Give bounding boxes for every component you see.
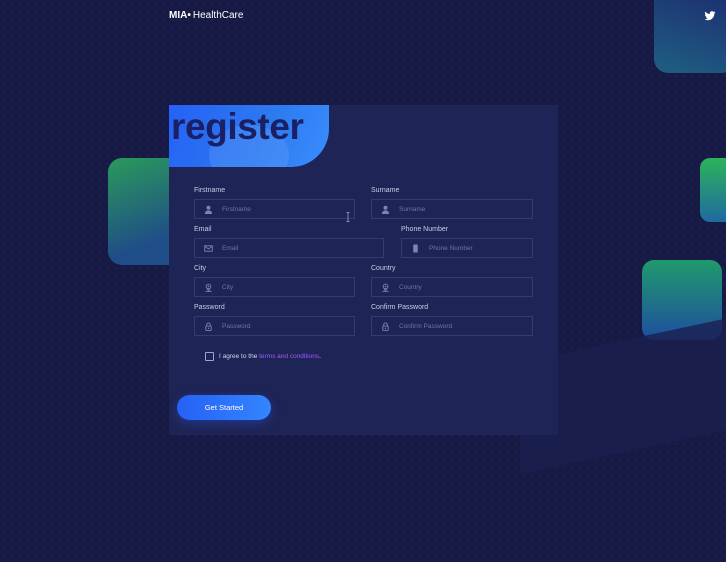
register-title-tab: register: [169, 105, 329, 167]
surname-label: Surname: [371, 187, 400, 194]
user-icon: [381, 205, 390, 214]
firstname-field[interactable]: [194, 199, 355, 219]
user-icon: [204, 205, 213, 214]
mail-icon: [204, 244, 213, 253]
decorative-shape-mid-right: [700, 158, 726, 222]
text-cursor-icon: [346, 212, 350, 222]
city-field[interactable]: [194, 277, 355, 297]
city-label: City: [194, 265, 207, 272]
agree-prefix: I agree to the: [219, 353, 260, 360]
surname-field[interactable]: [371, 199, 533, 219]
password-input[interactable]: [222, 317, 354, 335]
terms-link[interactable]: terms and conditions: [259, 353, 319, 360]
location-pin-icon: [204, 283, 213, 292]
confirm-password-input[interactable]: [399, 317, 532, 335]
phone-icon: [411, 243, 420, 253]
city-input[interactable]: [222, 278, 354, 296]
brand-name: HealthCare: [192, 10, 244, 21]
agree-text: I agree to the terms and conditions.: [219, 353, 321, 360]
brand-prefix: MIA•: [169, 10, 191, 21]
brand-logo[interactable]: MIA• HealthCare: [169, 10, 243, 21]
password-label: Password: [194, 304, 225, 311]
location-pin-icon: [381, 283, 390, 292]
phone-field[interactable]: [401, 238, 533, 258]
country-input[interactable]: [399, 278, 532, 296]
lock-icon: [381, 321, 390, 331]
confirm-password-label: Confirm Password: [371, 304, 429, 311]
email-input[interactable]: [222, 239, 383, 257]
email-label: Email: [194, 226, 212, 233]
country-field[interactable]: [371, 277, 533, 297]
surname-input[interactable]: [399, 200, 532, 218]
firstname-input[interactable]: [222, 200, 354, 218]
email-field[interactable]: [194, 238, 384, 258]
confirm-password-field[interactable]: [371, 316, 533, 336]
password-field[interactable]: [194, 316, 355, 336]
lock-icon: [204, 321, 213, 331]
agree-suffix: .: [319, 353, 321, 360]
terms-agreement: I agree to the terms and conditions.: [205, 352, 321, 361]
terms-checkbox[interactable]: [205, 352, 214, 361]
phone-label: Phone Number: [401, 226, 449, 233]
get-started-button[interactable]: Get Started: [177, 395, 271, 420]
country-label: Country: [371, 265, 396, 272]
twitter-icon[interactable]: [704, 10, 716, 22]
page-title: register: [171, 106, 304, 147]
firstname-label: Firstname: [194, 187, 226, 194]
phone-input[interactable]: [429, 239, 532, 257]
